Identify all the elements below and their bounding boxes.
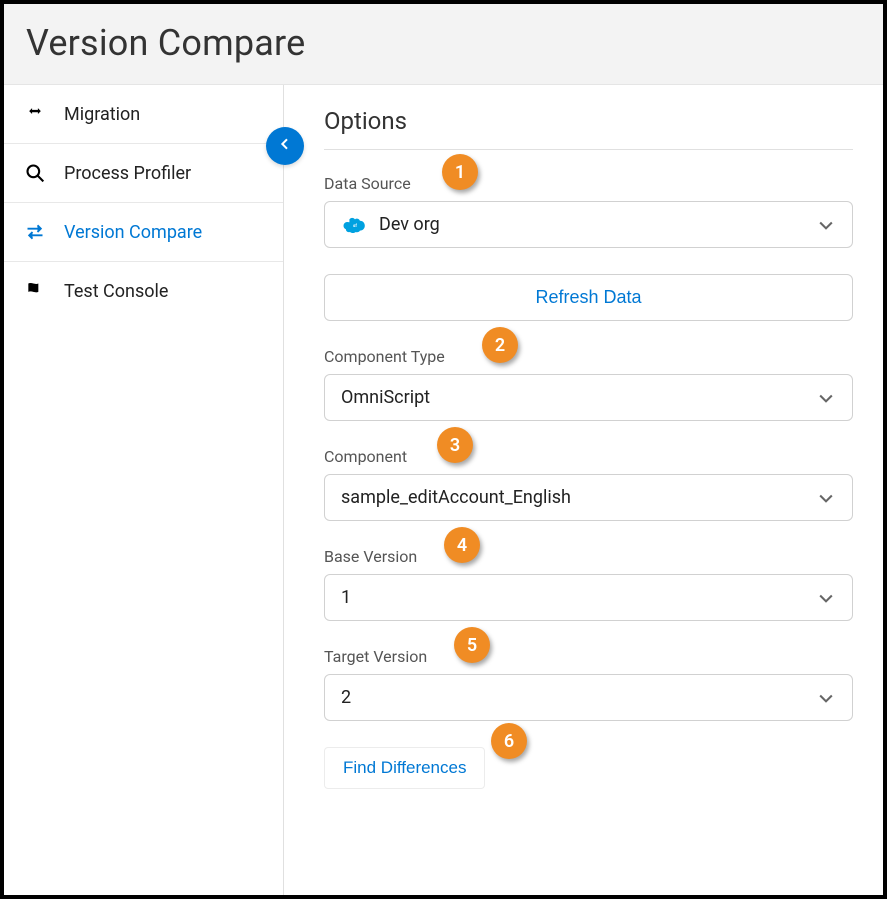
collapse-sidebar-button[interactable] [266,127,304,165]
component-field: 3 Component sample_editAccount_English [324,447,853,521]
arrows-horizontal-icon [24,103,46,125]
sidebar-item-label: Process Profiler [64,163,191,184]
chevron-left-icon [277,136,293,156]
base-version-field: 4 Base Version 1 [324,547,853,621]
component-type-label: Component Type [324,347,853,366]
search-icon [24,162,46,184]
callout-1: 1 [442,154,478,190]
callout-3: 3 [437,427,473,463]
component-type-field: 2 Component Type OmniScript [324,347,853,421]
salesforce-cloud-icon: sf [341,215,369,235]
callout-2: 2 [482,327,518,363]
sidebar-item-label: Version Compare [64,222,202,243]
target-version-field: 5 Target Version 2 [324,647,853,721]
sidebar-item-version-compare[interactable]: Version Compare [4,203,283,262]
target-version-value: 2 [341,687,351,708]
data-source-field: 1 Data Source sf Dev org [324,174,853,248]
target-version-select[interactable]: 2 [324,674,853,721]
base-version-value: 1 [341,587,351,608]
component-value: sample_editAccount_English [341,487,571,508]
callout-4: 4 [444,527,480,563]
component-type-value: OmniScript [341,387,430,408]
data-source-select[interactable]: sf Dev org [324,201,853,248]
page-header: Version Compare [4,4,883,85]
refresh-field: Refresh Data [324,274,853,321]
flag-icon [24,280,46,302]
chevron-down-icon [816,688,836,708]
callout-6: 6 [491,723,527,759]
sidebar-item-label: Test Console [64,281,168,302]
find-differences-field: 6 Find Differences [324,747,853,789]
component-select[interactable]: sample_editAccount_English [324,474,853,521]
target-version-label: Target Version [324,647,853,666]
sidebar: Migration Process Profiler Version Compa… [4,85,284,895]
chevron-down-icon [816,588,836,608]
chevron-down-icon [816,488,836,508]
find-differences-button[interactable]: Find Differences [324,747,485,789]
sidebar-item-migration[interactable]: Migration [4,85,283,144]
options-heading: Options [324,107,853,135]
swap-arrows-icon [24,221,46,243]
data-source-label: Data Source [324,174,853,193]
page-title: Version Compare [26,22,861,64]
callout-5: 5 [454,627,490,663]
sidebar-item-label: Migration [64,104,140,125]
sidebar-item-test-console[interactable]: Test Console [4,262,283,320]
divider [324,149,853,150]
refresh-data-button[interactable]: Refresh Data [324,274,853,321]
svg-text:sf: sf [353,224,357,229]
component-type-select[interactable]: OmniScript [324,374,853,421]
sidebar-item-process-profiler[interactable]: Process Profiler [4,144,283,203]
chevron-down-icon [816,388,836,408]
base-version-select[interactable]: 1 [324,574,853,621]
data-source-value: Dev org [379,214,440,235]
options-panel: Options 1 Data Source sf Dev org [284,85,883,895]
base-version-label: Base Version [324,547,853,566]
component-label: Component [324,447,853,466]
chevron-down-icon [816,215,836,235]
